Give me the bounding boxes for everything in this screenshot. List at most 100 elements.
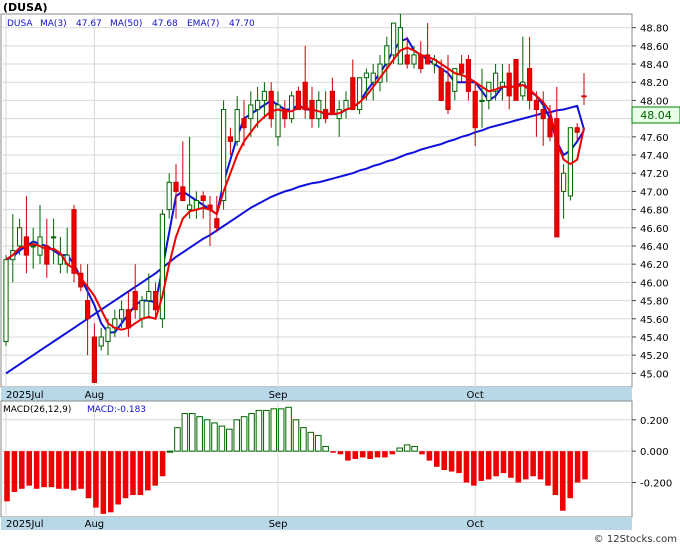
candle-body <box>227 136 234 142</box>
candle-body <box>438 68 444 101</box>
candle-body <box>248 104 254 120</box>
candle-body <box>329 90 336 115</box>
price-panel: 45.00 45.20 45.40 45.60 45.80 46.00 46.20 46.40… <box>0 13 680 401</box>
price-tick-label: 45.80 <box>640 297 669 308</box>
macd-bar <box>374 451 381 458</box>
candle-body <box>3 259 9 343</box>
macd-bar <box>567 451 573 499</box>
candle-body <box>214 218 220 229</box>
macd-bar <box>337 451 344 455</box>
candle-body <box>139 300 145 320</box>
macd-bar <box>396 447 404 452</box>
macd-bar <box>226 428 233 452</box>
candle-body <box>526 68 533 101</box>
candle-body <box>16 227 23 247</box>
price-tick-label: 48.60 <box>640 42 669 53</box>
candle-body <box>506 72 512 97</box>
candle-body <box>533 99 540 111</box>
price-tick-label: 46.60 <box>640 224 669 235</box>
macd-bar <box>508 451 514 478</box>
macd-bar <box>500 451 507 474</box>
candle-body <box>302 81 308 111</box>
macd-bar <box>107 451 114 513</box>
macd-bar <box>471 451 477 486</box>
candle-body <box>180 186 186 201</box>
macd-bar <box>552 451 559 496</box>
macd-bar <box>100 451 107 514</box>
macd-bar <box>78 451 84 489</box>
macd-bar <box>530 451 536 477</box>
chart-title: (DUSA) <box>3 1 48 14</box>
macd-bar <box>352 451 359 459</box>
price-tick-label: 45.60 <box>640 315 669 326</box>
macd-bar <box>130 451 136 496</box>
macd-bar <box>203 419 211 452</box>
candle-body <box>567 127 574 197</box>
macd-bar <box>11 451 18 492</box>
price-x-tick-label: Oct <box>467 390 484 401</box>
macd-bar <box>537 451 544 480</box>
macd-bar <box>307 431 315 452</box>
price-tick-label: 45.20 <box>640 351 669 362</box>
candle-body <box>479 99 485 102</box>
price-tick-label: 48.80 <box>640 24 669 35</box>
candle-body <box>50 236 57 239</box>
macd-bar <box>441 451 447 470</box>
macd-bar <box>345 451 351 461</box>
candle-body <box>411 54 417 65</box>
candle-body <box>397 27 404 65</box>
macd-bar <box>255 409 263 452</box>
candle-body <box>363 72 370 79</box>
candle-body <box>30 245 36 248</box>
macd-bar <box>248 413 255 452</box>
candle-body <box>200 195 206 201</box>
macd-bar <box>382 451 388 458</box>
candle-body <box>268 90 274 120</box>
macd-bar <box>48 451 55 488</box>
macd-value-label: MACD:-0.183 <box>87 405 146 415</box>
macd-x-tick-label: 2025Jul <box>6 519 44 530</box>
candle-body <box>445 81 451 111</box>
price-tick-label: 46.00 <box>640 278 669 289</box>
price-tick-label: 47.20 <box>640 169 669 180</box>
candle-body <box>356 77 363 111</box>
candle-body <box>513 58 519 101</box>
macd-bar <box>26 451 33 486</box>
macd-bar <box>233 419 240 452</box>
macd-bar <box>448 451 455 472</box>
macd-x-tick-label: Oct <box>467 519 484 530</box>
macd-bar <box>411 445 418 452</box>
candle-body <box>458 63 465 74</box>
macd-bar <box>559 451 566 511</box>
macd-bar <box>263 409 270 452</box>
candle-body <box>350 77 356 111</box>
last-price-label: 48.04 <box>640 109 672 122</box>
candle-body <box>370 72 376 83</box>
candle-body <box>173 181 179 192</box>
macd-bar <box>389 451 396 455</box>
candle-body <box>465 58 472 92</box>
candle-body <box>560 172 567 192</box>
macd-bar <box>188 413 196 452</box>
macd-bar <box>174 427 181 452</box>
candle-body <box>261 90 268 101</box>
macd-bar <box>515 451 522 483</box>
price-tick-label: 48.20 <box>640 78 669 89</box>
candle-body <box>418 54 424 70</box>
macd-bar <box>122 451 129 499</box>
stock-chart: 45.00 45.20 45.40 45.60 45.80 46.00 46.20 46.40… <box>0 0 680 546</box>
price-tick-label: 48.00 <box>640 96 669 107</box>
candle-body <box>125 309 132 329</box>
macd-bar <box>434 451 440 467</box>
legend: DUSA MA(3) 47.67 MA(50) 47.68 EMA(7) 47.… <box>7 19 255 29</box>
macd-bar <box>63 451 70 489</box>
macd-bar <box>314 434 322 452</box>
macd-bar <box>85 451 92 499</box>
price-tick-label: 47.40 <box>640 151 669 162</box>
candle-body <box>84 300 91 320</box>
macd-bar <box>419 451 425 455</box>
candle-body <box>581 95 587 98</box>
candle-body <box>152 290 159 311</box>
price-tick-label: 46.40 <box>640 242 669 253</box>
macd-bar <box>115 451 121 505</box>
